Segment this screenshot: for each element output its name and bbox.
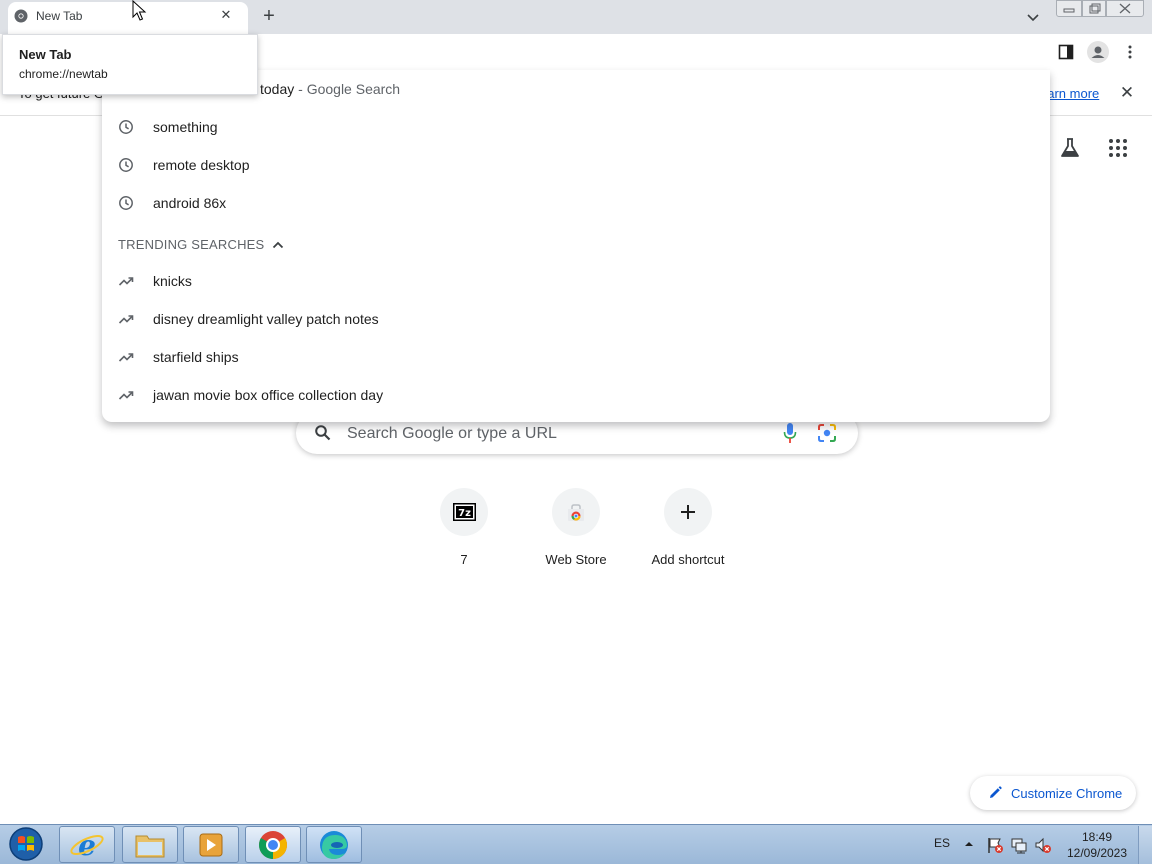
suggestion-text: starfield ships [153,349,239,365]
profile-avatar-icon[interactable] [1087,41,1109,63]
suggestion-text: something [153,119,218,135]
google-lens-icon[interactable] [817,423,837,443]
chevron-up-icon[interactable] [271,238,285,252]
tab-title: New Tab [36,9,83,23]
trending-icon [118,315,134,324]
history-clock-icon [119,120,133,134]
trending-icon [118,277,134,286]
trending-icon [118,353,134,362]
side-panel-icon[interactable] [1058,44,1074,60]
shortcut-tile: 7z [440,488,488,536]
suggestion-suffix: - Google Search [294,81,401,97]
info-bar-close-icon[interactable]: ✕ [1118,84,1136,102]
show-desktop-button[interactable] [1138,826,1152,864]
folder-icon [135,835,165,858]
suggestion-trending-row[interactable]: starfield ships [102,338,1050,376]
mouse-cursor-icon [132,0,147,21]
suggestion-text: knicks [153,273,192,289]
ntp-search-input[interactable] [347,424,767,444]
suggestion-text: disney dreamlight valley patch notes [153,311,379,327]
shortcut-tile [552,488,600,536]
internet-explorer-icon: e [70,829,104,862]
taskbar-internet-explorer[interactable]: e [59,826,115,863]
clock-date[interactable]: 12/09/2023 [1060,846,1134,860]
shortcut-7zip[interactable]: 7z 7 [408,486,520,582]
suggestion-query: today [260,81,295,97]
suggestion-text: remote desktop [153,157,250,173]
history-clock-icon [119,158,133,172]
suggestion-trending-row[interactable]: jawan movie box office collection day [102,376,1050,414]
chrome-icon [259,831,287,859]
trending-searches-header: TRENDING SEARCHES [118,237,265,252]
taskbar-edge[interactable] [306,826,362,863]
chrome-favicon-icon [14,9,28,23]
more-menu-icon[interactable] [1122,44,1138,60]
shortcut-label: 7 [460,552,468,567]
7zip-icon: 7z [453,503,476,521]
network-icon[interactable] [1010,836,1028,854]
shortcut-web-store[interactable]: Web Store [520,486,632,582]
action-center-flag-icon[interactable] [986,836,1004,854]
new-tab-button[interactable]: + [258,6,280,28]
show-hidden-icons-icon[interactable] [964,839,974,849]
voice-search-mic-icon[interactable] [782,422,798,444]
hover-card-url: chrome://newtab [19,67,108,81]
suggestion-text: android 86x [153,195,227,211]
taskbar-media-player[interactable] [183,826,239,863]
search-icon [315,425,331,441]
window-close-button[interactable] [1106,0,1144,17]
windows-start-button[interactable] [4,826,48,862]
suggestion-history-row[interactable]: something [102,108,1050,146]
google-apps-icon[interactable] [1108,138,1128,158]
suggestion-text: today - Google Search [260,81,400,97]
tab-close-icon[interactable]: ✕ [218,7,234,23]
volume-muted-icon[interactable] [1034,836,1052,854]
chrome-labs-icon[interactable] [1058,136,1082,160]
window-minimize-button[interactable] [1056,0,1082,17]
clock-time[interactable]: 18:49 [1060,830,1134,844]
suggestion-trending-row[interactable]: disney dreamlight valley patch notes [102,300,1050,338]
shortcut-label: Web Store [545,552,607,567]
taskbar-file-explorer[interactable] [122,826,178,863]
svg-text:7z: 7z [458,508,471,519]
customize-chrome-label: Customize Chrome [1011,786,1123,801]
plus-icon [681,505,695,519]
web-store-icon [568,504,584,521]
tab-hover-card [2,34,258,95]
history-clock-icon [119,196,133,210]
edge-icon [320,831,348,859]
media-player-icon [199,833,223,857]
trending-icon [118,391,134,400]
language-indicator[interactable]: ES [934,836,950,850]
suggestion-text: jawan movie box office collection day [153,387,384,403]
shortcut-tile [664,488,712,536]
hover-card-title: New Tab [19,47,72,62]
suggestion-history-row[interactable]: android 86x [102,184,1050,222]
pencil-icon [990,786,1002,798]
window-restore-button[interactable] [1082,0,1106,17]
suggestion-history-row[interactable]: remote desktop [102,146,1050,184]
svg-text:e: e [78,829,96,862]
tab-search-chevron-icon[interactable] [1024,8,1042,26]
suggestion-trending-row[interactable]: knicks [102,262,1050,300]
shortcut-label: Add shortcut [651,552,725,567]
taskbar-chrome[interactable] [245,826,301,863]
add-shortcut-button[interactable]: Add shortcut [632,486,744,582]
